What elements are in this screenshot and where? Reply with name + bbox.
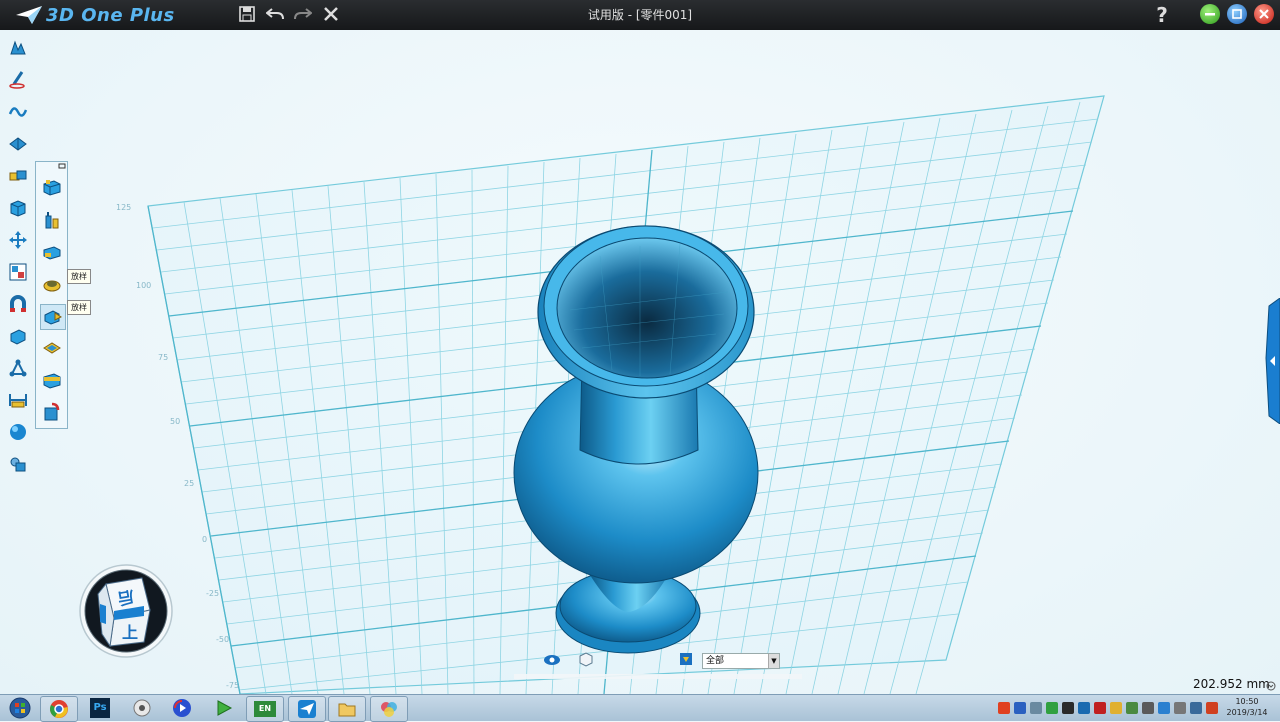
tray-icon[interactable] [1126, 702, 1138, 714]
revolve-icon[interactable] [40, 208, 64, 232]
distance-readout: 202.952 mm [1193, 677, 1270, 691]
redo-icon[interactable] [292, 3, 314, 25]
window-title: 试用版 - [零件001] [587, 8, 693, 22]
pin-icon[interactable] [58, 163, 66, 169]
grid-label: -25 [206, 589, 219, 598]
tray-icon[interactable] [1206, 702, 1218, 714]
taskbar-play[interactable] [206, 696, 242, 720]
material-icon[interactable] [6, 452, 30, 476]
pattern-icon[interactable] [6, 260, 30, 284]
restore-button[interactable] [1227, 4, 1247, 24]
logo-text: 3D One Plus [46, 4, 175, 26]
right-panel-toggle[interactable] [1265, 297, 1280, 425]
grid-label: 100 [136, 281, 151, 290]
render-sphere-icon[interactable] [6, 420, 30, 444]
clock-time: 10:50 [1235, 697, 1259, 706]
spin-icon[interactable] [40, 304, 66, 330]
loft-icon[interactable] [40, 272, 64, 296]
3d-viewport[interactable]: 125 100 75 50 25 0 -25 -50 -75 [0, 30, 1280, 694]
taskbar-player[interactable] [164, 696, 200, 720]
cube-view-button[interactable] [576, 652, 596, 668]
sweep-icon[interactable] [40, 240, 64, 264]
tooltip: 放样 [67, 300, 91, 315]
feature-modeling-icon[interactable] [6, 196, 30, 220]
clock-date: 2019/3/14 [1226, 708, 1268, 717]
taskbar-photoshop[interactable]: Ps [82, 696, 118, 720]
tooltip: 放样 [67, 269, 91, 284]
close-window-button[interactable] [1254, 4, 1274, 24]
feature-flyout-panel [35, 161, 68, 429]
fillet-icon[interactable] [40, 368, 64, 392]
selection-filter-dropdown[interactable]: 全部 ▼ [702, 653, 780, 669]
curve-icon[interactable] [6, 100, 30, 124]
view-cube[interactable]: 后 上 [78, 564, 174, 658]
tray-icon[interactable] [1078, 702, 1090, 714]
taskbar-input-method[interactable]: EN [246, 696, 284, 722]
tray-icon[interactable] [1110, 702, 1122, 714]
grid-axis-labels: 125 100 75 50 25 0 -25 -50 -75 [116, 203, 239, 690]
tray-icon[interactable] [1094, 702, 1106, 714]
tray-icon[interactable] [1030, 702, 1042, 714]
taskbar-color-app[interactable] [370, 696, 408, 722]
tray-icon[interactable] [1158, 702, 1170, 714]
measure-icon[interactable] [6, 388, 30, 412]
assembly-icon[interactable] [6, 324, 30, 348]
basic-solid-icon[interactable] [6, 36, 30, 60]
tray-icon[interactable] [1190, 702, 1202, 714]
special-function-icon[interactable] [6, 132, 30, 156]
start-button[interactable] [2, 696, 38, 720]
grid-label: 50 [170, 417, 180, 426]
taskbar-folder[interactable] [328, 696, 366, 722]
tray-icon[interactable] [1142, 702, 1154, 714]
grid-label: 125 [116, 203, 131, 212]
system-tray [998, 699, 1218, 717]
grid-label: -75 [226, 681, 239, 690]
grid-label: 0 [202, 535, 207, 544]
taskbar: Ps EN [0, 694, 1280, 722]
tray-icon[interactable] [1046, 702, 1058, 714]
adsorb-icon[interactable] [6, 292, 30, 316]
quick-access-toolbar [236, 3, 342, 25]
grid-label: -50 [216, 635, 229, 644]
clock[interactable]: 10:50 2019/3/14 [1222, 696, 1272, 718]
drill-icon[interactable] [40, 400, 64, 424]
app-logo: 3D One Plus [16, 4, 175, 26]
minimize-button[interactable] [1200, 4, 1220, 24]
save-icon[interactable] [236, 3, 258, 25]
combine-icon[interactable] [6, 164, 30, 188]
filter-value: 全部 [706, 656, 725, 666]
eye-button[interactable] [542, 652, 562, 668]
tray-icon[interactable] [1174, 702, 1186, 714]
undo-icon[interactable] [264, 3, 286, 25]
chevron-down-small-icon[interactable] [1266, 681, 1276, 691]
grid-label: 75 [158, 353, 168, 362]
extrude-icon[interactable] [40, 176, 64, 200]
distance-icon[interactable] [6, 356, 30, 380]
chevron-down-icon[interactable]: ▼ [768, 654, 779, 668]
view-cube-back-label: 后 [116, 587, 135, 608]
left-toolbar [0, 30, 34, 694]
shell-icon[interactable] [40, 336, 64, 360]
selection-filter-button[interactable] [676, 652, 696, 668]
taskbar-3done[interactable] [288, 696, 326, 722]
tray-icon[interactable] [1062, 702, 1074, 714]
view-cube-top-label: 上 [122, 623, 138, 642]
tray-icon[interactable] [998, 702, 1010, 714]
tray-icon[interactable] [1014, 702, 1026, 714]
basic-edit-icon[interactable] [6, 228, 30, 252]
taskbar-media-player[interactable] [124, 696, 160, 720]
taskbar-chrome[interactable] [40, 696, 78, 722]
sketch-icon[interactable] [6, 68, 30, 92]
grid-label: 25 [184, 479, 194, 488]
close-x-icon[interactable] [320, 3, 342, 25]
title-bar: 3D One Plus 试用版 - [零件001] ? [0, 0, 1280, 30]
help-button[interactable]: ? [1150, 3, 1174, 27]
paper-plane-logo-icon [16, 6, 42, 24]
